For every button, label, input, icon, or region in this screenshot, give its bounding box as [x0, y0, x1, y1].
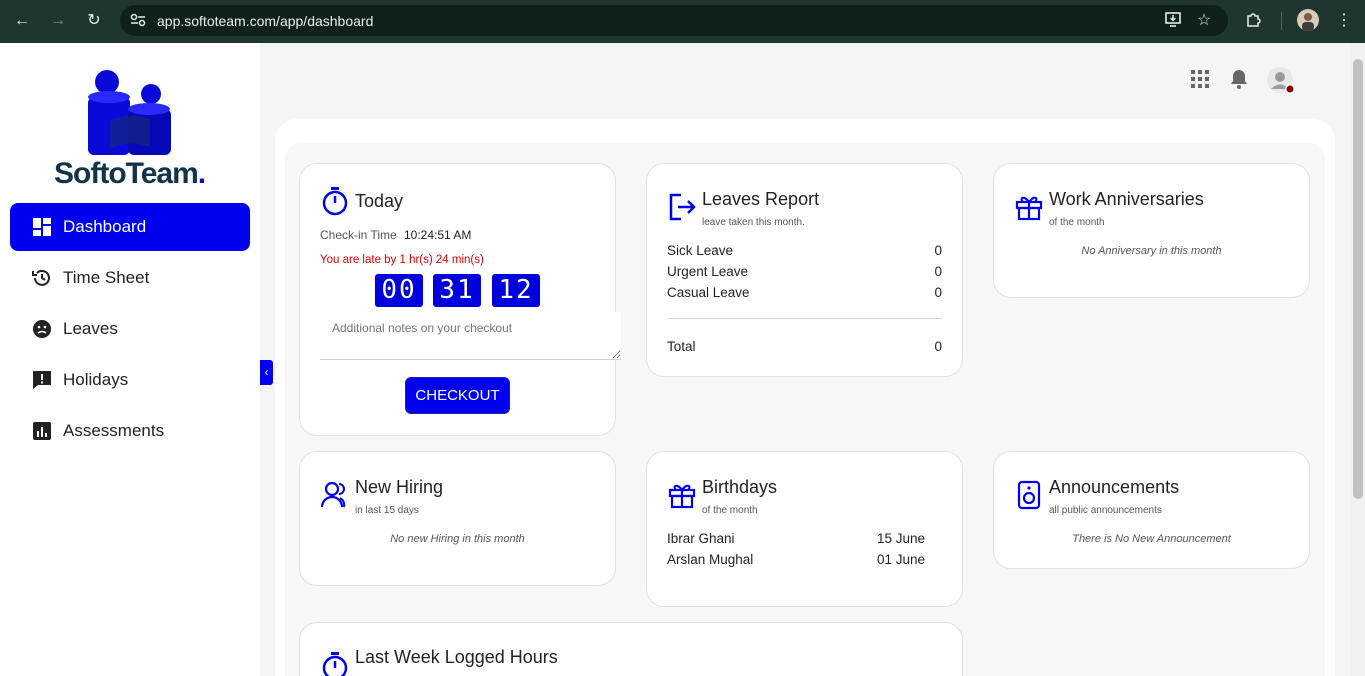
card-subtitle: of the month: [702, 505, 758, 516]
card-title: Last Week Logged Hours: [355, 647, 558, 667]
sidebar-item-assessments[interactable]: Assessments: [10, 407, 250, 455]
sidebar-collapse-button[interactable]: ‹: [260, 360, 273, 385]
leave-total-row: Total 0: [667, 339, 942, 354]
users-icon: [320, 481, 346, 508]
logged-hours-card: Last Week Logged Hours: [299, 622, 963, 676]
dashboard-icon: [33, 218, 51, 236]
notification-bell-icon[interactable]: [1227, 67, 1251, 91]
logo-wordmark: SoftoTeam.: [54, 157, 206, 190]
leave-row: Urgent Leave 0: [667, 264, 942, 279]
extensions-icon[interactable]: [1243, 10, 1265, 32]
forward-arrow-icon[interactable]: →: [47, 10, 69, 32]
checkout-button[interactable]: CHECKOUT: [405, 377, 510, 414]
sidebar-item-label: Holidays: [63, 370, 129, 389]
browser-profile-avatar[interactable]: [1297, 9, 1319, 31]
timer-seconds: 12: [492, 274, 540, 307]
sidebar-item-label: Dashboard: [63, 217, 147, 236]
work-anniversaries-card: Work Anniversaries of the month No Anniv…: [993, 163, 1310, 298]
timer-minutes: 31: [433, 274, 481, 307]
browser-menu-icon[interactable]: ⋮: [1333, 10, 1355, 32]
leaves-icon: [33, 320, 51, 338]
late-warning: You are late by 1 hr(s) 24 min(s): [320, 254, 484, 266]
speaker-icon: [1017, 480, 1041, 510]
empty-state-text: There is No New Announcement: [1072, 533, 1231, 545]
birthdays-card: Birthdays of the month Ibrar Ghani 15 Jun…: [646, 451, 963, 607]
divider: [667, 318, 942, 319]
leaves-report-card: Leaves Report leave taken this month. Si…: [646, 163, 963, 377]
assessment-icon: [33, 422, 51, 440]
card-title: Announcements: [1049, 477, 1180, 497]
stopwatch-icon: [322, 652, 348, 676]
sidebar-item-label: Leaves: [63, 319, 118, 338]
leave-row: Sick Leave 0: [667, 243, 942, 258]
alert-message-icon: [33, 371, 51, 389]
sidebar-item-holidays[interactable]: Holidays: [10, 356, 250, 404]
card-title: Work Anniversaries: [1049, 189, 1204, 209]
sidebar-item-dashboard[interactable]: Dashboard: [10, 203, 250, 251]
sidebar-item-time-sheet[interactable]: Time Sheet: [10, 254, 250, 302]
scrollbar-thumb[interactable]: [1353, 59, 1363, 499]
gift-icon: [1015, 196, 1043, 221]
birthday-row: Arslan Mughal 01 June: [667, 552, 925, 567]
leave-row: Casual Leave 0: [667, 285, 942, 300]
card-subtitle: leave taken this month.: [702, 217, 805, 228]
sidebar-item-label: Assessments: [63, 421, 165, 440]
site-settings-icon[interactable]: [130, 13, 146, 27]
announcements-card: Announcements all public announcements T…: [993, 451, 1310, 569]
empty-state-text: No Anniversary in this month: [1081, 245, 1222, 257]
card-subtitle: of the month: [1049, 217, 1105, 228]
birthday-row: Ibrar Ghani 15 June: [667, 531, 925, 546]
logo-dot: .: [197, 157, 206, 190]
today-card: Today Check-in Time 10:24:51 AM You are …: [299, 163, 621, 436]
card-subtitle: all public announcements: [1049, 505, 1162, 516]
apps-grid-icon[interactable]: [1188, 67, 1212, 91]
address-bar[interactable]: app.softoteam.com/app/dashboard: [120, 5, 1228, 36]
card-subtitle: in last 15 days: [355, 505, 419, 516]
card-title: Today: [355, 191, 404, 211]
page-scrollbar[interactable]: [1351, 43, 1365, 676]
bookmark-star-icon[interactable]: ☆: [1193, 10, 1215, 32]
sidebar: SoftoTeam. Dashboard Time Sheet Leaves H…: [0, 43, 260, 676]
toolbar-divider: [1281, 12, 1282, 30]
checkin-time: 10:24:51 AM: [404, 228, 472, 242]
sidebar-item-label: Time Sheet: [63, 268, 150, 287]
checkin-label: Check-in Time: [320, 228, 397, 242]
softoteam-logo[interactable]: SoftoTeam.: [50, 55, 215, 190]
user-avatar-icon[interactable]: [1266, 66, 1296, 96]
stopwatch-icon: [322, 187, 348, 216]
new-hiring-card: New Hiring in last 15 days No new Hiring…: [299, 451, 616, 586]
empty-state-text: No new Hiring in this month: [390, 533, 525, 545]
history-icon: [32, 269, 50, 286]
install-app-icon[interactable]: [1162, 10, 1184, 32]
card-title: Birthdays: [702, 477, 778, 497]
card-title: New Hiring: [355, 477, 444, 497]
logout-arrow-icon: [669, 193, 696, 221]
reload-icon[interactable]: ↻: [83, 10, 105, 32]
timer-hours: 00: [375, 274, 423, 307]
browser-toolbar: ← → ↻ app.softoteam.com/app/dashboard ☆ …: [0, 0, 1365, 43]
url-text[interactable]: app.softoteam.com/app/dashboard: [157, 13, 373, 29]
checkout-notes-input[interactable]: [320, 312, 621, 360]
logo-graphic: [88, 70, 171, 155]
back-arrow-icon[interactable]: ←: [11, 10, 33, 32]
gift-icon: [668, 484, 696, 509]
card-title: Leaves Report: [702, 189, 820, 209]
sidebar-item-leaves[interactable]: Leaves: [10, 305, 250, 353]
